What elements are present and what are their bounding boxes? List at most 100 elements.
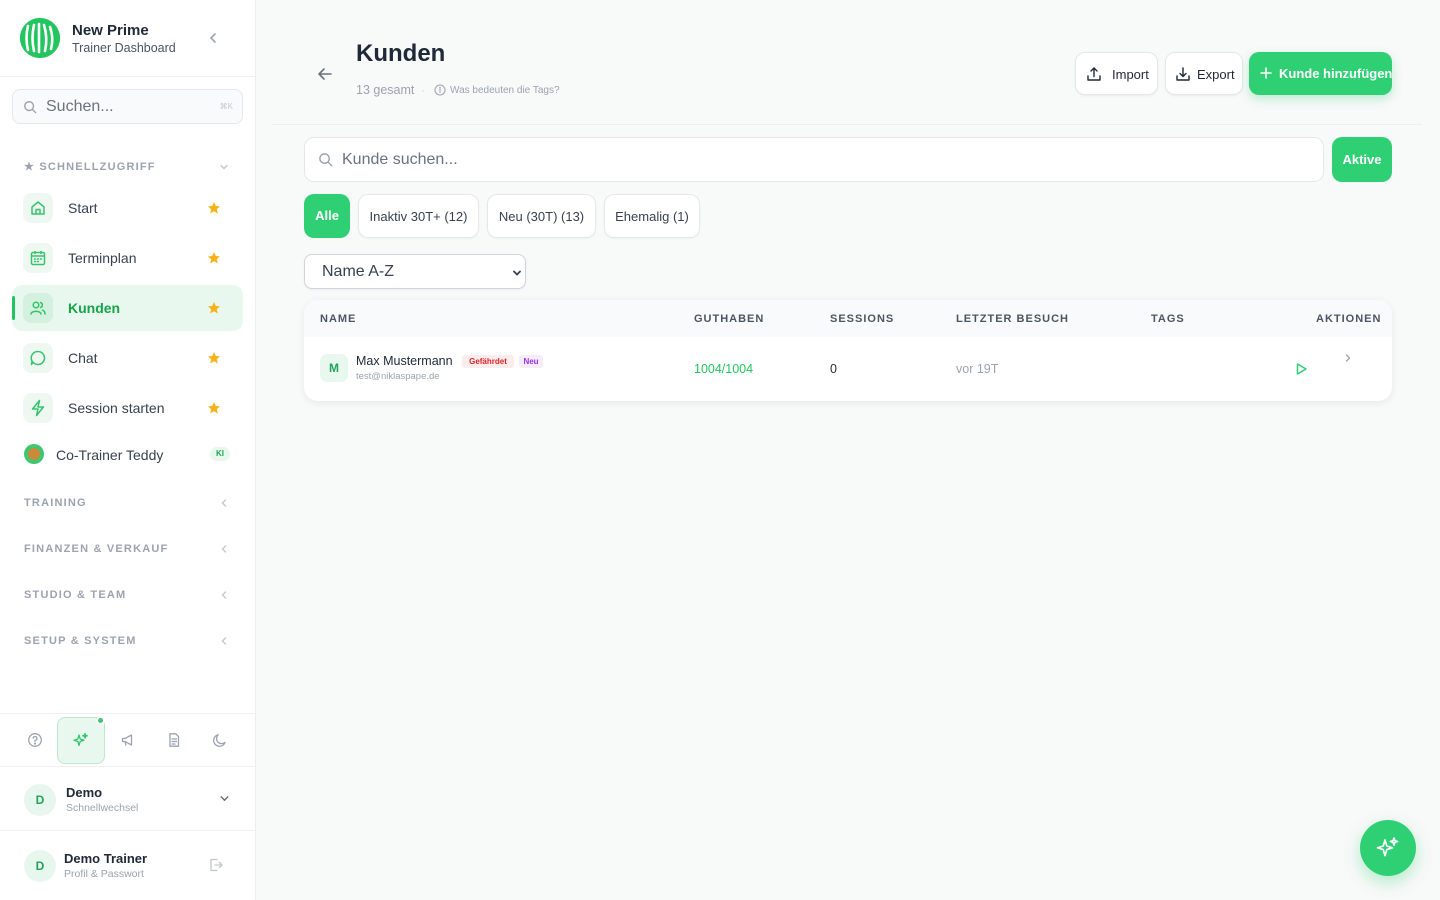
collapse-sidebar-icon[interactable] — [205, 30, 221, 46]
avatar: D — [24, 850, 56, 882]
sparkles-icon — [1376, 837, 1399, 857]
active-filter-button[interactable]: Aktive — [1332, 137, 1392, 182]
help-icon[interactable] — [27, 732, 43, 748]
back-arrow-icon[interactable] — [316, 65, 334, 83]
sidebar-search-placeholder: Suchen... — [46, 98, 114, 115]
import-button[interactable]: Import — [1075, 52, 1158, 95]
sidebar-item-kunden[interactable]: Kunden — [12, 285, 243, 331]
customer-last-visit: vor 19T — [956, 362, 999, 376]
sidebar-item-cotrainer[interactable]: Co-Trainer Teddy KI — [12, 436, 243, 472]
sidebar-item-start[interactable]: Start — [12, 185, 243, 231]
studio-switcher[interactable]: D Demo Schnellwechsel — [0, 767, 256, 831]
brand-header: New Prime Trainer Dashboard — [0, 0, 256, 77]
chat-icon — [30, 350, 46, 366]
sidebar-search-input[interactable]: Suchen... ⌘K — [12, 89, 243, 124]
star-icon[interactable] — [207, 201, 221, 215]
page-title: Kunden — [356, 40, 446, 67]
chevron-left-icon[interactable] — [218, 635, 230, 647]
sort-select[interactable]: Name A-Z — [304, 254, 526, 289]
chevron-down-icon[interactable] — [218, 792, 231, 805]
search-icon — [24, 101, 37, 114]
logout-icon[interactable] — [208, 857, 224, 873]
column-header-name[interactable]: NAME — [320, 313, 356, 325]
customer-credit: 1004/1004 — [694, 362, 754, 376]
table-row[interactable]: M Max Mustermann Gefährdet Neu test@nikl… — [304, 337, 1392, 401]
sidebar-item-label: Chat — [68, 350, 98, 366]
search-icon — [319, 153, 333, 167]
customer-search-input[interactable]: Kunde suchen... — [304, 137, 1324, 182]
status-badge-gefaehrdet: Gefährdet — [462, 355, 514, 368]
add-customer-button[interactable]: Kunde hinzufügen — [1249, 52, 1392, 95]
ai-assistant-fab[interactable] — [1360, 820, 1416, 876]
user-sub: Profil & Passwort — [64, 868, 144, 880]
calendar-icon — [30, 251, 46, 266]
download-icon — [1176, 67, 1190, 81]
section-setup-system[interactable]: SETUP & SYSTEM — [24, 635, 137, 647]
sparkles-icon — [73, 732, 88, 747]
filter-chip-ehemalig[interactable]: Ehemalig (1) — [604, 194, 700, 238]
sidebar-item-label: Start — [68, 200, 98, 216]
column-header-letzter-besuch[interactable]: LETZTER BESUCH — [956, 313, 1069, 325]
meta-separator: · — [421, 83, 425, 97]
section-finanzen-verkauf[interactable]: FINANZEN & VERKAUF — [24, 543, 168, 555]
user-profile[interactable]: D Demo Trainer Profil & Passwort — [0, 833, 256, 897]
moon-icon[interactable] — [212, 732, 228, 748]
section-quick-access[interactable]: ★ SCHNELLZUGRIFF — [24, 160, 156, 173]
chevron-left-icon[interactable] — [218, 497, 230, 509]
chevron-down-icon — [513, 270, 521, 276]
column-header-sessions[interactable]: SESSIONS — [830, 313, 894, 325]
column-header-aktionen: AKTIONEN — [1316, 313, 1382, 325]
star-icon[interactable] — [207, 301, 221, 315]
export-button[interactable]: Export — [1165, 52, 1243, 95]
chevron-right-icon[interactable] — [1342, 352, 1354, 364]
notification-dot — [96, 716, 105, 725]
sort-value: Name A-Z — [322, 263, 395, 280]
import-label: Import — [1112, 67, 1149, 82]
chevron-left-icon[interactable] — [218, 589, 230, 601]
chevron-down-icon[interactable] — [218, 161, 230, 173]
home-icon — [31, 201, 45, 215]
sidebar-item-label: Session starten — [68, 400, 165, 416]
star-icon[interactable] — [207, 401, 221, 415]
sidebar-item-label: Kunden — [68, 300, 121, 316]
header-divider — [272, 124, 1422, 125]
document-icon[interactable] — [166, 732, 182, 748]
sidebar-item-label: Terminplan — [68, 250, 137, 266]
filter-chip-neu[interactable]: Neu (30T) (13) — [487, 194, 596, 238]
brand-logo-icon[interactable] — [20, 18, 60, 58]
sidebar-item-chat[interactable]: Chat — [12, 335, 243, 381]
filter-chip-inaktiv[interactable]: Inaktiv 30T+ (12) — [358, 194, 479, 238]
customer-search-placeholder: Kunde suchen... — [342, 151, 458, 168]
sidebar-item-terminplan[interactable]: Terminplan — [12, 235, 243, 281]
sidebar-item-session-starten[interactable]: Session starten — [12, 385, 243, 431]
play-icon[interactable] — [1294, 362, 1308, 376]
teddy-bear-icon — [24, 444, 44, 464]
column-header-guthaben[interactable]: GUTHABEN — [694, 313, 764, 325]
bolt-icon — [31, 399, 45, 417]
filter-chip-alle[interactable]: Alle — [304, 194, 350, 238]
section-training[interactable]: TRAINING — [24, 497, 87, 509]
avatar: M — [320, 354, 348, 382]
cotrainer-label: Co-Trainer Teddy — [56, 447, 164, 463]
column-header-tags: TAGS — [1151, 313, 1185, 325]
customer-sessions: 0 — [830, 362, 837, 376]
brand-title: New Prime — [72, 22, 149, 39]
star-icon[interactable] — [207, 251, 221, 265]
customer-table: NAME GUTHABEN SESSIONS LETZTER BESUCH TA… — [304, 300, 1392, 401]
user-name: Demo Trainer — [64, 851, 148, 866]
studio-name: Demo — [66, 785, 103, 800]
info-icon — [434, 84, 446, 96]
avatar: D — [24, 784, 56, 816]
add-customer-label: Kunde hinzufügen — [1279, 66, 1393, 81]
megaphone-icon[interactable] — [120, 732, 136, 748]
star-icon[interactable] — [207, 351, 221, 365]
star-icon: ★ — [24, 161, 36, 173]
users-icon — [30, 301, 46, 315]
chevron-left-icon[interactable] — [218, 543, 230, 555]
export-label: Export — [1197, 67, 1235, 82]
ki-badge: KI — [210, 447, 230, 461]
customer-name[interactable]: Max Mustermann — [356, 354, 453, 368]
table-header: NAME GUTHABEN SESSIONS LETZTER BESUCH TA… — [304, 300, 1392, 337]
studio-sub: Schnellwechsel — [66, 802, 139, 814]
section-studio-team[interactable]: STUDIO & TEAM — [24, 589, 126, 601]
